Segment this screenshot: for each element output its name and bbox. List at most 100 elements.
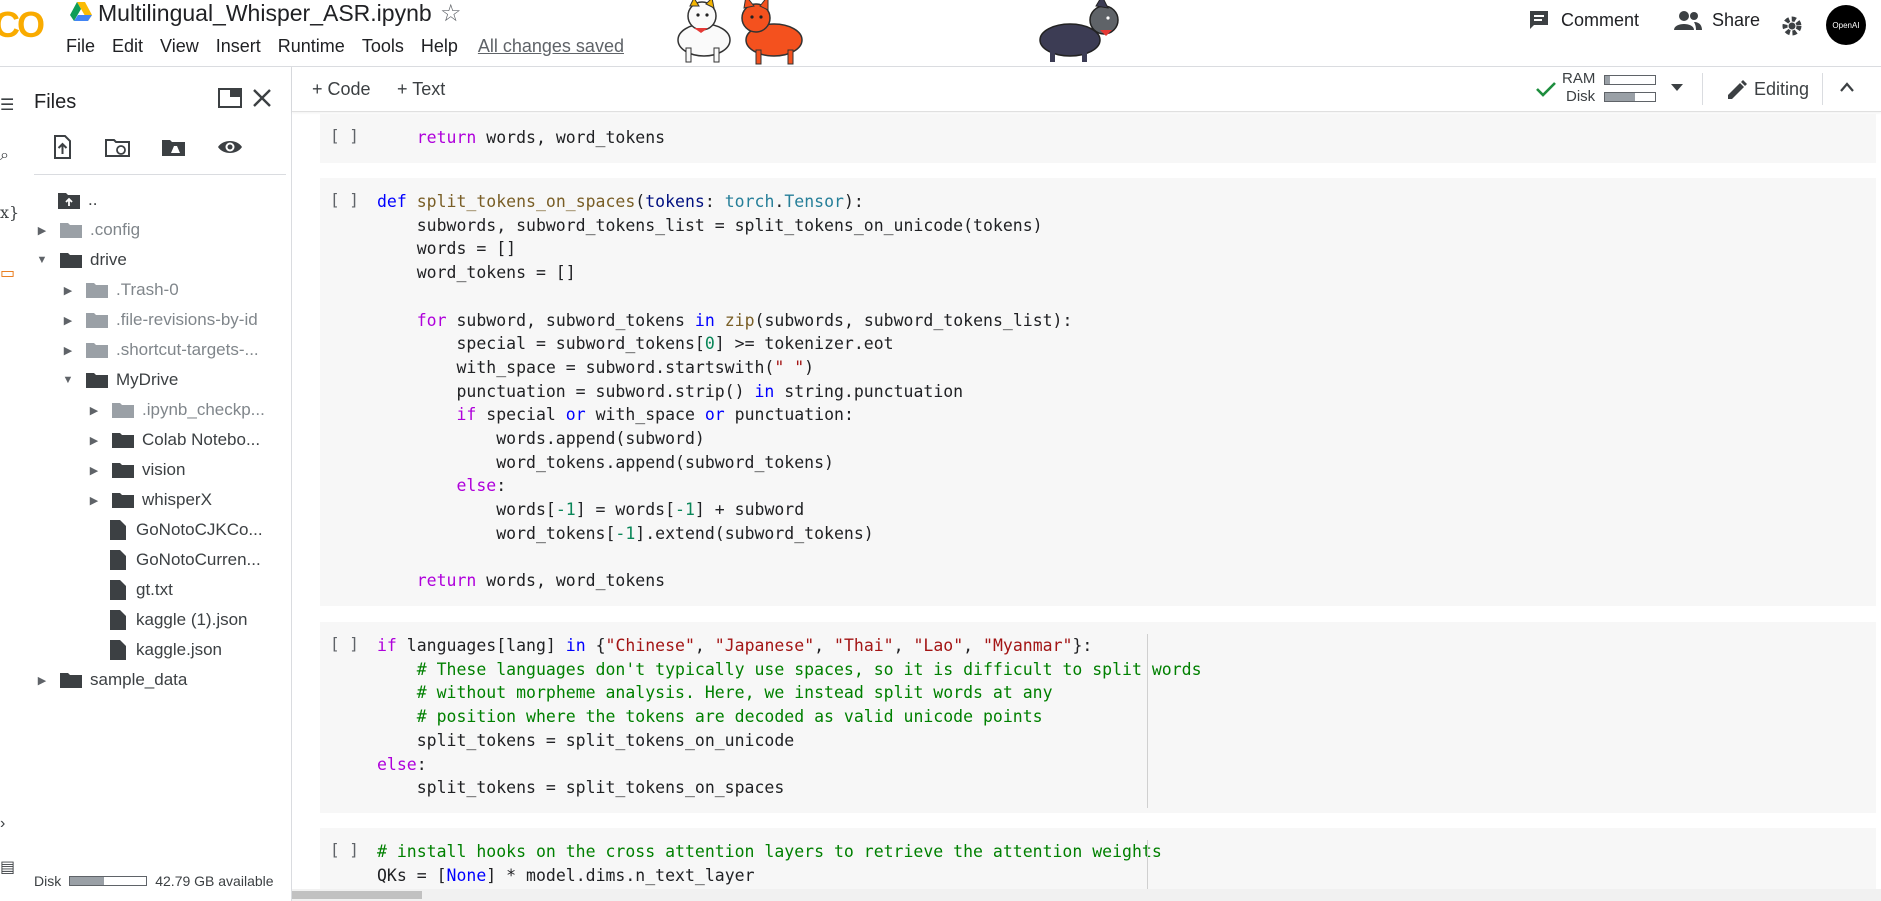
ram-meter[interactable] bbox=[1604, 75, 1656, 85]
notebook-title[interactable]: Multilingual_Whisper_ASR.ipynb bbox=[98, 0, 432, 27]
code-cell[interactable]: [ ] return words, word_tokens bbox=[320, 114, 1876, 163]
chevron-right-icon[interactable]: ▶ bbox=[34, 674, 50, 687]
table-of-contents-icon[interactable]: ☰ bbox=[0, 95, 14, 115]
run-cell-button[interactable]: [ ] bbox=[330, 634, 359, 653]
tree-row-mydrive[interactable]: ▼ MyDrive bbox=[60, 365, 179, 395]
expand-icon[interactable]: › bbox=[0, 815, 5, 833]
folder-icon bbox=[112, 493, 134, 508]
new-window-icon[interactable] bbox=[218, 87, 242, 109]
chevron-right-icon[interactable]: ▶ bbox=[86, 404, 102, 417]
folder-icon bbox=[86, 373, 108, 388]
menu-tools[interactable]: Tools bbox=[362, 36, 404, 57]
code-cell[interactable]: [ ] # install hooks on the cross attenti… bbox=[320, 828, 1876, 889]
disk-meter bbox=[69, 876, 148, 886]
chevron-up-icon[interactable] bbox=[1839, 81, 1855, 93]
files-toolbar bbox=[48, 133, 244, 161]
tree-row-sample-data[interactable]: ▶ sample_data bbox=[34, 665, 188, 695]
star-icon[interactable]: ☆ bbox=[440, 0, 462, 28]
file-icon bbox=[110, 640, 126, 660]
code-cell[interactable]: [ ] def split_tokens_on_spaces(tokens: t… bbox=[320, 178, 1876, 606]
folder-icon bbox=[60, 223, 82, 238]
close-icon[interactable] bbox=[252, 88, 272, 108]
menu-insert[interactable]: Insert bbox=[216, 36, 261, 57]
resources-dropdown-icon[interactable] bbox=[1670, 83, 1684, 93]
tree-label: drive bbox=[90, 250, 127, 269]
variables-icon[interactable]: x} bbox=[0, 203, 19, 222]
save-status[interactable]: All changes saved bbox=[478, 36, 624, 57]
chevron-down-icon[interactable]: ▼ bbox=[34, 254, 50, 266]
menu-file[interactable]: File bbox=[66, 36, 95, 57]
run-cell-button[interactable]: [ ] bbox=[330, 126, 359, 145]
tree-row-parent[interactable]: .. bbox=[58, 185, 97, 215]
add-code-button[interactable]: + Code bbox=[312, 79, 371, 100]
drive-folder-icon[interactable] bbox=[160, 133, 188, 161]
check-icon bbox=[1536, 82, 1556, 97]
tree-row-whisperx[interactable]: ▶ whisperX bbox=[86, 485, 212, 515]
colab-logo[interactable]: CO bbox=[0, 4, 45, 46]
share-icon bbox=[1674, 11, 1702, 30]
eye-icon[interactable] bbox=[216, 133, 244, 161]
run-cell-button[interactable]: [ ] bbox=[330, 840, 359, 859]
run-cell-button[interactable]: [ ] bbox=[330, 190, 359, 209]
files-divider bbox=[34, 174, 286, 175]
chevron-right-icon[interactable]: ▶ bbox=[60, 284, 76, 297]
tree-label: .ipynb_checkp... bbox=[142, 400, 265, 419]
code-cell[interactable]: [ ] if languages[lang] in {"Chinese", "J… bbox=[320, 622, 1876, 813]
tree-row-file-revisions[interactable]: ▶ .file-revisions-by-id bbox=[60, 305, 258, 335]
folder-icon bbox=[86, 283, 108, 298]
search-icon[interactable]: ⌕ bbox=[0, 147, 9, 165]
menu-runtime[interactable]: Runtime bbox=[278, 36, 345, 57]
chevron-right-icon[interactable]: ▶ bbox=[60, 314, 76, 327]
tree-label: GoNotoCJKCo... bbox=[136, 520, 263, 539]
tree-row-ipynb-checkpoints[interactable]: ▶ .ipynb_checkp... bbox=[86, 395, 265, 425]
scrollbar-thumb[interactable] bbox=[292, 891, 422, 899]
tree-row-drive[interactable]: ▼ drive bbox=[34, 245, 127, 275]
cell-source[interactable]: # install hooks on the cross attention l… bbox=[377, 840, 1162, 887]
menu-view[interactable]: View bbox=[160, 36, 199, 57]
side-icon-strip: ☰ ⌕ x} ▭ › ▤ bbox=[0, 67, 19, 901]
cell-source[interactable]: if languages[lang] in {"Chinese", "Japan… bbox=[377, 634, 1202, 800]
files-icon[interactable]: ▭ bbox=[0, 263, 15, 283]
ruler-line bbox=[1147, 840, 1148, 889]
comment-button[interactable]: Comment bbox=[1527, 8, 1639, 32]
disk-usage: Disk 42.79 GB available bbox=[34, 873, 274, 889]
chevron-right-icon[interactable]: ▶ bbox=[34, 224, 50, 237]
tree-row-trash[interactable]: ▶ .Trash-0 bbox=[60, 275, 179, 305]
tree-label: .shortcut-targets-... bbox=[116, 340, 259, 359]
horizontal-scrollbar[interactable] bbox=[292, 889, 1881, 901]
chevron-right-icon[interactable]: ▶ bbox=[86, 434, 102, 447]
refresh-folder-icon[interactable] bbox=[104, 133, 132, 161]
chevron-right-icon[interactable]: ▶ bbox=[86, 464, 102, 477]
comment-label: Comment bbox=[1561, 9, 1640, 30]
settings-icon[interactable] bbox=[1780, 14, 1804, 38]
menu-edit[interactable]: Edit bbox=[112, 36, 143, 57]
file-icon bbox=[110, 550, 126, 570]
tree-row-kaggle-1[interactable]: kaggle (1).json bbox=[110, 605, 248, 635]
avatar[interactable]: OpenAI bbox=[1826, 5, 1866, 45]
menu-help[interactable]: Help bbox=[421, 36, 458, 57]
share-button[interactable]: Share bbox=[1674, 8, 1760, 32]
tree-row-colab-notebooks[interactable]: ▶ Colab Notebo... bbox=[86, 425, 260, 455]
chevron-right-icon[interactable]: ▶ bbox=[86, 494, 102, 507]
folder-icon bbox=[60, 673, 82, 688]
tree-row-config[interactable]: ▶ .config bbox=[34, 215, 140, 245]
ruler-line bbox=[1147, 634, 1148, 808]
file-icon bbox=[110, 580, 126, 600]
tree-row-kaggle[interactable]: kaggle.json bbox=[110, 635, 222, 665]
tree-row-gonotocjk[interactable]: GoNotoCJKCo... bbox=[110, 515, 263, 545]
ram-meter-fill bbox=[1605, 76, 1610, 84]
upload-icon[interactable] bbox=[48, 133, 76, 161]
tree-row-shortcut-targets[interactable]: ▶ .shortcut-targets-... bbox=[60, 335, 259, 365]
tree-row-gt-txt[interactable]: gt.txt bbox=[110, 575, 173, 605]
disk-label: Disk bbox=[34, 873, 62, 889]
chevron-down-icon[interactable]: ▼ bbox=[60, 374, 76, 386]
tree-row-vision[interactable]: ▶ vision bbox=[86, 455, 186, 485]
tree-row-gonotocurrency[interactable]: GoNotoCurren... bbox=[110, 545, 261, 575]
disk-meter[interactable] bbox=[1604, 92, 1656, 102]
chevron-right-icon[interactable]: ▶ bbox=[60, 344, 76, 357]
add-text-button[interactable]: + Text bbox=[397, 79, 445, 100]
cell-source[interactable]: return words, word_tokens bbox=[377, 126, 665, 150]
editing-mode-button[interactable]: Editing bbox=[1754, 79, 1809, 100]
cell-source[interactable]: def split_tokens_on_spaces(tokens: torch… bbox=[377, 190, 1072, 593]
terminal-icon[interactable]: ▤ bbox=[0, 857, 15, 877]
